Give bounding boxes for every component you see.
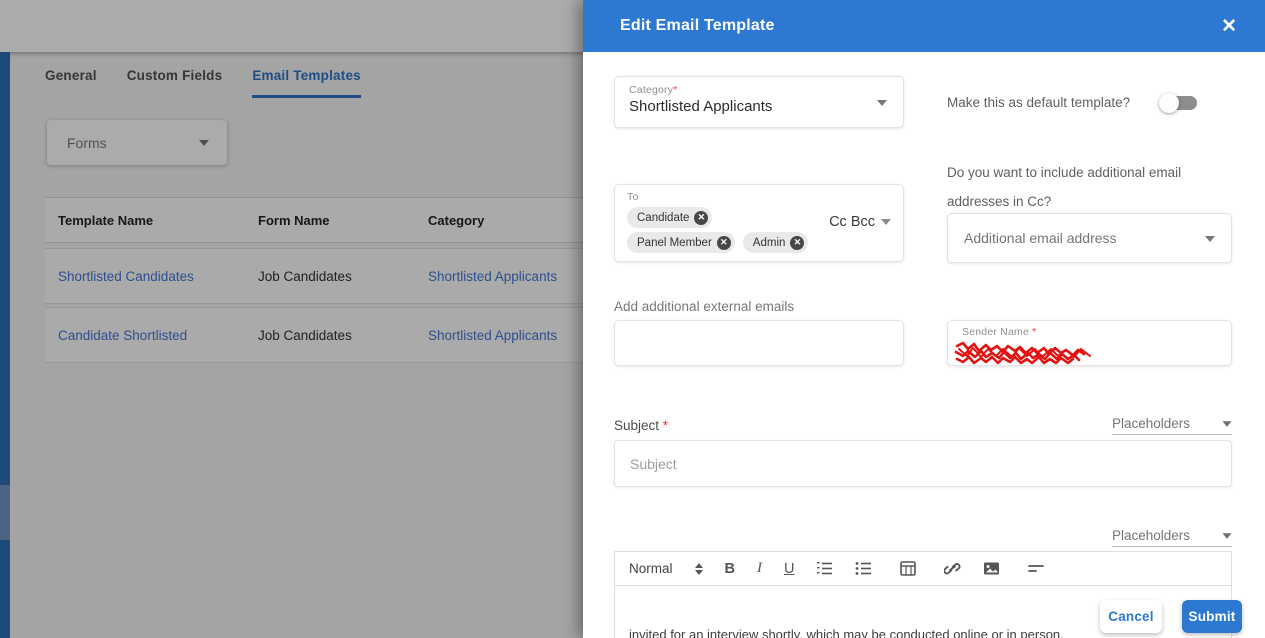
additional-email-select[interactable]: Additional email address [947, 213, 1232, 263]
chip-remove-icon[interactable]: ✕ [694, 211, 708, 225]
chip-admin: Admin ✕ [743, 232, 809, 253]
chip-row: Panel Member ✕ Admin ✕ [627, 232, 891, 253]
required-asterisk: * [673, 84, 677, 96]
chevron-down-icon [881, 219, 891, 225]
cancel-button[interactable]: Cancel [1100, 600, 1162, 633]
chip-label: Panel Member [637, 237, 712, 249]
sender-name-label: Sender Name * [962, 326, 1217, 338]
align-icon[interactable] [1028, 562, 1044, 575]
updown-caret-icon [695, 563, 703, 575]
sender-name-field[interactable]: Sender Name * [947, 320, 1232, 366]
additional-email-placeholder: Additional email address [964, 230, 1117, 246]
placeholders-label: Placeholders [1112, 528, 1190, 543]
placeholders-dropdown-body[interactable]: Placeholders [1112, 525, 1232, 547]
modal-header: Edit Email Template ✕ [583, 0, 1265, 52]
ccbcc-dropdown[interactable]: Cc Bcc [829, 214, 891, 230]
placeholders-label: Placeholders [1112, 416, 1190, 431]
bold-icon[interactable]: B [725, 561, 735, 577]
bullet-list-icon[interactable] [855, 561, 872, 576]
ccbcc-label: Cc Bcc [829, 214, 875, 230]
category-select[interactable]: Category* Shortlisted Applicants [614, 76, 904, 128]
subject-input[interactable] [614, 440, 1232, 487]
category-label: Category* [629, 84, 889, 96]
chip-remove-icon[interactable]: ✕ [790, 236, 804, 250]
chevron-down-icon [1223, 533, 1232, 538]
modal-title: Edit Email Template [620, 17, 775, 35]
image-icon[interactable] [983, 561, 1000, 576]
chevron-down-icon [1205, 236, 1215, 242]
italic-icon[interactable]: I [757, 560, 762, 577]
edit-email-template-modal: Edit Email Template ✕ Category* Shortlis… [583, 0, 1265, 638]
chip-label: Admin [753, 237, 786, 249]
required-asterisk: * [1032, 326, 1036, 338]
underline-icon[interactable]: U [784, 561, 794, 577]
chip-remove-icon[interactable]: ✕ [717, 236, 731, 250]
format-label: Normal [629, 561, 673, 576]
close-icon[interactable]: ✕ [1221, 17, 1237, 36]
submit-button[interactable]: Submit [1182, 600, 1242, 633]
subject-label: Subject * [614, 418, 668, 433]
chevron-down-icon [877, 100, 887, 106]
default-template-toggle[interactable] [1159, 93, 1197, 113]
chevron-down-icon [1223, 421, 1232, 426]
external-emails-label: Add additional external emails [614, 299, 794, 314]
chip-label: Candidate [637, 212, 689, 224]
chip-panel-member: Panel Member ✕ [627, 232, 735, 253]
format-dropdown[interactable]: Normal [629, 561, 703, 576]
toggle-thumb [1159, 93, 1179, 113]
table-icon[interactable] [900, 561, 916, 576]
editor-toolbar: Normal B I U [615, 552, 1231, 586]
to-label: To [627, 191, 891, 203]
placeholders-dropdown-subject[interactable]: Placeholders [1112, 413, 1232, 435]
default-template-label: Make this as default template? [947, 95, 1130, 110]
ordered-list-icon[interactable] [816, 561, 833, 576]
to-field[interactable]: To Candidate ✕ Panel Member ✕ Admin ✕ Cc… [614, 184, 904, 262]
required-asterisk: * [663, 418, 668, 433]
redacted-sender-name [954, 339, 1122, 366]
app-root: General Custom Fields Email Templates Fo… [0, 0, 1265, 638]
category-value: Shortlisted Applicants [629, 98, 889, 115]
link-icon[interactable] [944, 561, 961, 576]
editor-partial-text: invited for an interview shortly, which … [629, 627, 1064, 638]
cc-question-text: Do you want to include additional email … [947, 158, 1227, 216]
external-emails-input[interactable] [614, 320, 904, 366]
chip-candidate: Candidate ✕ [627, 207, 712, 228]
